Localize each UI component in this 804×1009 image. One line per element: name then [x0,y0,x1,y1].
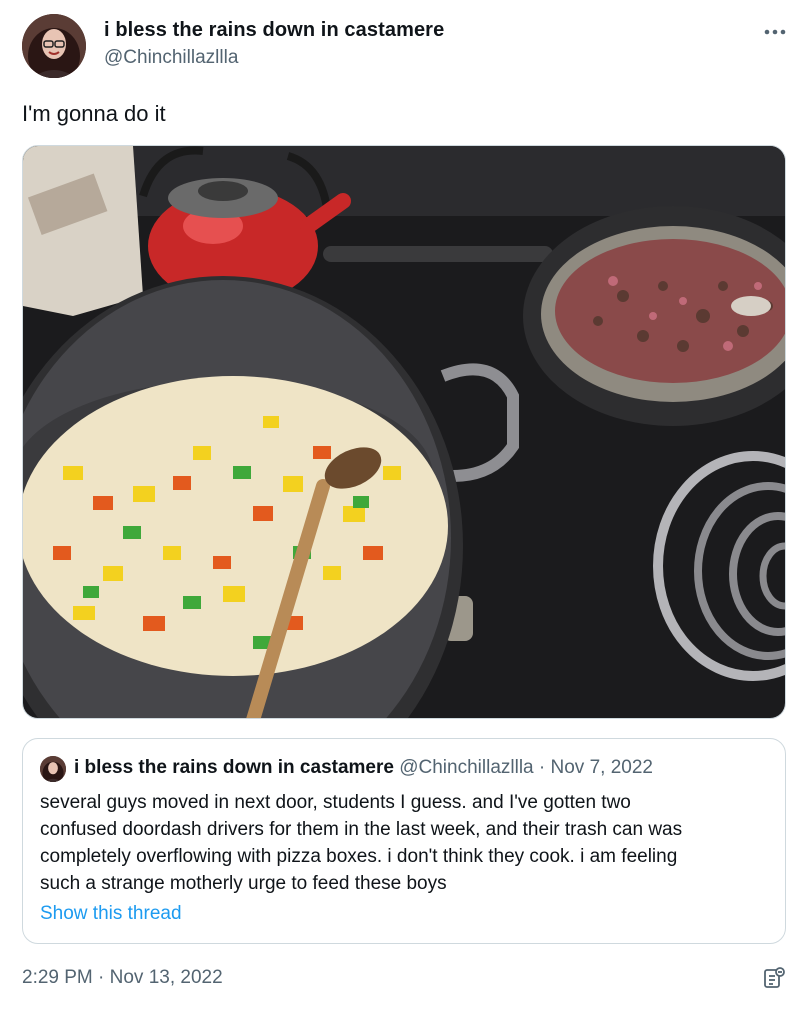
quoted-text: several guys moved in next door, student… [40,789,770,897]
avatar[interactable] [22,14,86,78]
quoted-text-line: such a strange motherly urge to feed the… [40,873,447,894]
author-handle[interactable]: @Chinchillazllla [104,47,238,69]
quoted-text-line: several guys moved in next door, student… [40,792,631,813]
quoted-text-line: confused doordash drivers for them in th… [40,819,683,840]
tweet-timestamp[interactable]: 2:29 PM · Nov 13, 2022 [22,967,223,989]
more-horizontal-icon[interactable] [760,20,790,44]
quoted-display-name: i bless the rains down in castamere [74,757,394,778]
quoted-avatar [40,756,66,782]
quoted-tweet[interactable]: i bless the rains down in castamere @Chi… [22,738,786,944]
quoted-text-line: completely overflowing with pizza boxes.… [40,846,678,867]
quoted-meta: @Chinchillazllla · Nov 7, 2022 [399,757,653,778]
analytics-icon[interactable] [762,966,786,990]
cookbook-shape [23,146,143,316]
show-thread-link[interactable]: Show this thread [40,903,182,925]
tweet-photo[interactable] [22,145,786,719]
tweet-text: I'm gonna do it [22,101,166,126]
author-display-name[interactable]: i bless the rains down in castamere [104,19,444,42]
